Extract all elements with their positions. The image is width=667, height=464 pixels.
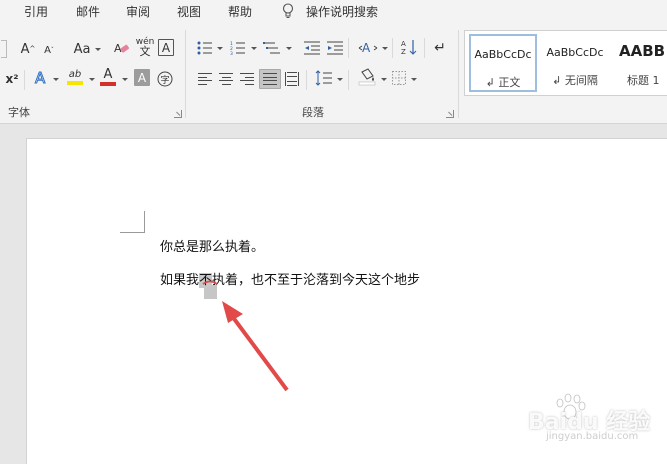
red-arrow-head-icon [222, 301, 243, 323]
squiggle-underline [202, 280, 218, 285]
red-arrow-icon [230, 314, 289, 392]
watermark-url: jingyan.baidu.com [546, 431, 639, 442]
